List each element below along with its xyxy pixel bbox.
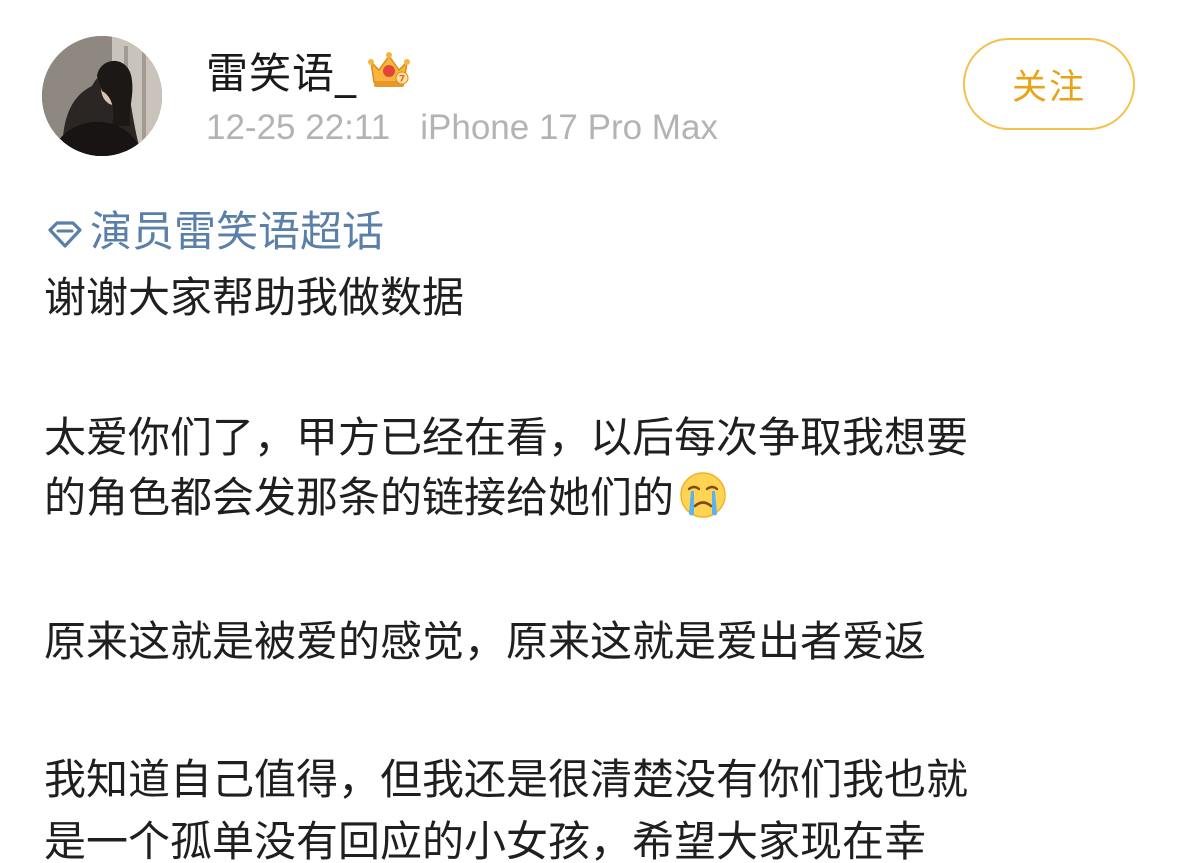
post-text-line-3: 的角色都会发那条的链接给她们的 [44,468,728,528]
post-text-line-2: 太爱你们了，甲方已经在看，以后每次争取我想要 [44,413,969,462]
weibo-post: 雷笑语_ 7 12-25 22:11 iPhone 17 Pro Max 关注 [0,0,1179,863]
svg-text:7: 7 [399,75,405,85]
post-text-line-3-text: 的角色都会发那条的链接给她们的 [44,473,675,522]
post-text-line-5: 我知道自己值得，但我还是很清楚没有你们我也就 [44,755,969,804]
post-text-line-6: 是一个孤单没有回应的小女孩，希望大家现在幸 [44,817,927,863]
follow-button[interactable]: 关注 [963,38,1135,130]
author-row: 雷笑语_ 7 [206,40,411,100]
supertopic-diamond-icon [44,212,86,248]
topic-label: 演员雷笑语超话 [90,206,385,256]
crying-face-icon [678,470,728,520]
post-meta: 12-25 22:11 iPhone 17 Pro Max [206,108,718,148]
crown-icon: 7 [367,50,411,90]
avatar[interactable] [42,36,162,156]
post-device: iPhone 17 Pro Max [420,108,718,147]
post-text-line-1: 谢谢大家帮助我做数据 [44,273,465,322]
post-text-line-4: 原来这就是被爱的感觉，原来这就是爱出者爱返 [44,617,927,666]
post-timestamp: 12-25 22:11 [206,108,391,147]
topic-link[interactable]: 演员雷笑语超话 [44,198,384,258]
avatar-image [42,36,162,156]
author-name[interactable]: 雷笑语_ [206,40,357,101]
